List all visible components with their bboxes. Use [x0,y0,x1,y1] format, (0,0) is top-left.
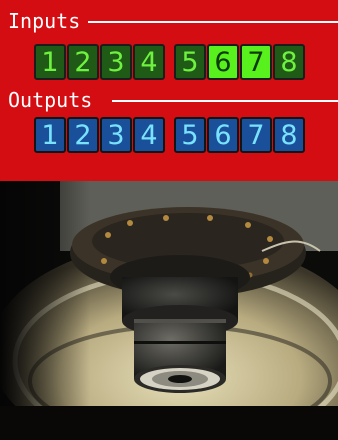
camera-feed [0,181,338,440]
input-channel-6[interactable]: 6 [207,44,239,80]
output-channel-4[interactable]: 4 [133,117,165,153]
outputs-divider [112,100,338,102]
output-channel-6[interactable]: 6 [207,117,239,153]
output-channel-1[interactable]: 1 [34,117,66,153]
input-channel-7[interactable]: 7 [240,44,272,80]
input-channel-4[interactable]: 4 [133,44,165,80]
output-channel-8[interactable]: 8 [273,117,305,153]
output-channel-3[interactable]: 3 [100,117,132,153]
input-channel-2[interactable]: 2 [67,44,99,80]
output-channel-5[interactable]: 5 [174,117,206,153]
io-status-panel: Inputs 1 2 3 4 5 6 7 8 Outputs 1 2 3 4 5… [0,0,338,181]
spindle-camera-image [0,181,338,440]
input-channel-5[interactable]: 5 [174,44,206,80]
inputs-label: Inputs [8,9,81,33]
outputs-header: Outputs [8,88,338,112]
inputs-header: Inputs [8,9,338,33]
output-channel-7[interactable]: 7 [240,117,272,153]
output-channel-2[interactable]: 2 [67,117,99,153]
input-channel-3[interactable]: 3 [100,44,132,80]
input-channel-8[interactable]: 8 [273,44,305,80]
outputs-label: Outputs [8,88,93,112]
inputs-divider [88,21,338,23]
input-channel-1[interactable]: 1 [34,44,66,80]
